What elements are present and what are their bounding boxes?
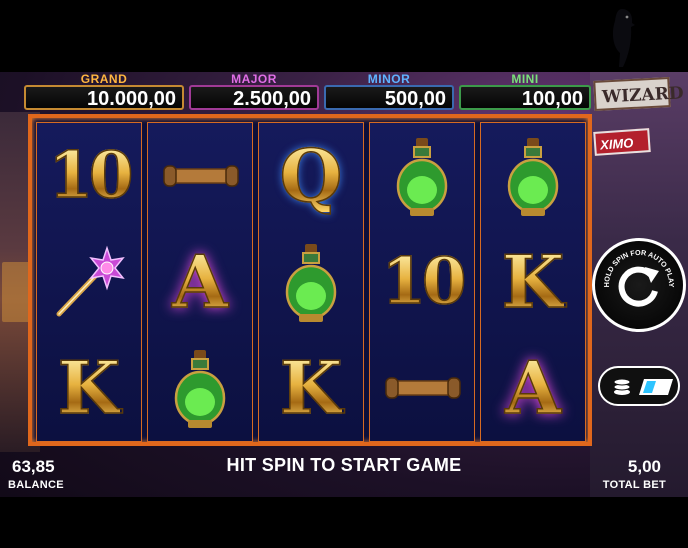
reel-4-cell-3 <box>370 335 474 441</box>
potion-icon <box>174 350 226 428</box>
reel-2: A <box>147 122 253 442</box>
symbol-queen: Q <box>279 133 343 218</box>
jackpot-major-label: MAJOR <box>231 72 277 86</box>
reel-3-cell-2 <box>259 229 363 335</box>
potion-icon <box>285 244 337 322</box>
balance-label: BALANCE <box>8 479 64 491</box>
reel-4: 10 <box>369 122 475 442</box>
potion-icon <box>507 138 559 216</box>
reel-3-cell-3: K <box>259 335 363 441</box>
jackpot-grand-label: GRAND <box>80 72 128 86</box>
letterbox-bottom <box>0 497 688 548</box>
symbol-king: K <box>57 345 121 430</box>
bet-button[interactable] <box>598 366 680 406</box>
symbol-ten: 10 <box>381 244 468 319</box>
symbol-ace: A <box>171 239 228 324</box>
background-sign-red: XIMO <box>593 128 651 156</box>
total-bet-value: 5,00 <box>627 457 661 476</box>
symbol-ace: A <box>504 345 561 430</box>
balance-value: 63,85 <box>12 457 55 476</box>
reel-1-cell-1: 10 <box>37 123 141 229</box>
reel-2-cell-3 <box>148 335 252 441</box>
raven-icon <box>612 9 635 67</box>
jackpot-major: MAJOR 2.500,00 <box>189 72 319 110</box>
jackpot-minor-value: 500,00 <box>324 85 454 110</box>
reel-4-cell-2: 10 <box>370 229 474 335</box>
jackpot-major-value: 2.500,00 <box>189 85 319 110</box>
jackpot-minor-label: MINOR <box>367 72 411 86</box>
jackpot-mini: MINI 100,00 <box>459 72 591 110</box>
letterbox-top <box>0 0 688 72</box>
jackpot-grand-value: 10.000,00 <box>24 85 184 110</box>
reel-1: 10 K <box>36 122 142 442</box>
game-message: HIT SPIN TO START GAME <box>226 455 462 475</box>
total-bet-label: TOTAL BET <box>602 479 666 491</box>
coins-icon <box>613 378 631 395</box>
potion-icon <box>396 138 448 216</box>
reel-1-cell-2 <box>37 229 141 335</box>
symbol-king: K <box>501 239 565 324</box>
reel-5-cell-1 <box>481 123 585 229</box>
reel-3: Q K <box>258 122 364 442</box>
jackpot-mini-label: MINI <box>511 72 539 86</box>
jackpot-bar: GRAND 10.000,00 MAJOR 2.500,00 MINOR 500… <box>24 72 594 110</box>
bet-level-icon <box>639 379 673 395</box>
reel-2-cell-1 <box>148 123 252 229</box>
spin-icon: HOLD SPIN FOR AUTO PLAY <box>602 248 676 307</box>
scroll-icon <box>385 377 461 399</box>
spin-button[interactable]: HOLD SPIN FOR AUTO PLAY <box>592 238 686 332</box>
reel-5-cell-2: K <box>481 229 585 335</box>
symbol-ten: 10 <box>48 138 135 213</box>
reel-grid: 10 K A Q K 10 K A <box>28 114 592 446</box>
reel-5-cell-3: A <box>481 335 585 441</box>
reel-3-cell-1: Q <box>259 123 363 229</box>
symbol-king: K <box>279 345 343 430</box>
jackpot-grand: GRAND 10.000,00 <box>24 72 184 110</box>
reel-4-cell-1 <box>370 123 474 229</box>
reel-1-cell-3: K <box>37 335 141 441</box>
jackpot-minor: MINOR 500,00 <box>324 72 454 110</box>
background-sign-wizard: WIZARD <box>593 77 684 111</box>
wand-icon <box>56 245 125 317</box>
reel-5: K A <box>480 122 586 442</box>
jackpot-mini-value: 100,00 <box>459 85 591 110</box>
reel-2-cell-2: A <box>148 229 252 335</box>
scroll-icon <box>163 165 239 187</box>
